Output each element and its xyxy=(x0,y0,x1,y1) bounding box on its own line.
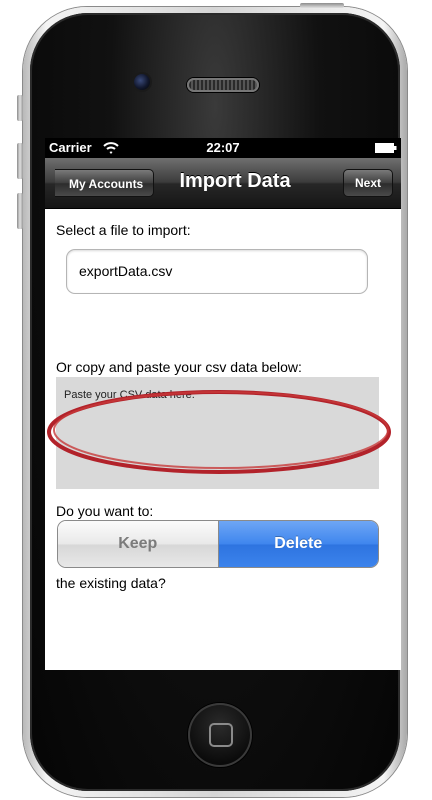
simulator-window: Carrier 22:07 My Accounts Import Data Ne… xyxy=(0,0,432,800)
sleep-button xyxy=(300,3,344,8)
mute-switch xyxy=(17,95,23,121)
select-file-label: Select a file to import: xyxy=(56,222,191,238)
choice-label: Do you want to: xyxy=(56,503,154,519)
speaker-grille xyxy=(187,78,259,92)
next-button[interactable]: Next xyxy=(343,169,393,197)
paste-csv-label: Or copy and paste your csv data below: xyxy=(56,359,302,375)
app-screen: Carrier 22:07 My Accounts Import Data Ne… xyxy=(45,138,401,670)
keep-delete-segmented-control: Keep Delete xyxy=(57,520,379,568)
my-accounts-back-button[interactable]: My Accounts xyxy=(45,168,155,199)
battery-icon xyxy=(375,143,397,153)
existing-data-label: the existing data? xyxy=(56,575,166,591)
back-button-label: My Accounts xyxy=(69,177,144,191)
csv-placeholder: Paste your CSV data here. xyxy=(64,389,195,401)
delete-segment[interactable]: Delete xyxy=(218,521,378,567)
page-title: Import Data xyxy=(179,170,291,192)
keep-segment[interactable]: Keep xyxy=(58,521,219,567)
clock-label: 22:07 xyxy=(206,140,240,155)
file-selector-field[interactable]: exportData.csv xyxy=(66,249,368,294)
volume-down-button xyxy=(17,193,23,229)
status-bar: Carrier 22:07 xyxy=(45,138,401,158)
navigation-bar: My Accounts Import Data Next xyxy=(45,158,401,209)
camera-icon xyxy=(134,74,150,90)
back-arrow-icon xyxy=(45,168,72,199)
home-square-icon xyxy=(209,723,233,747)
csv-data-textarea[interactable]: Paste your CSV data here. xyxy=(56,377,379,489)
volume-up-button xyxy=(17,143,23,179)
